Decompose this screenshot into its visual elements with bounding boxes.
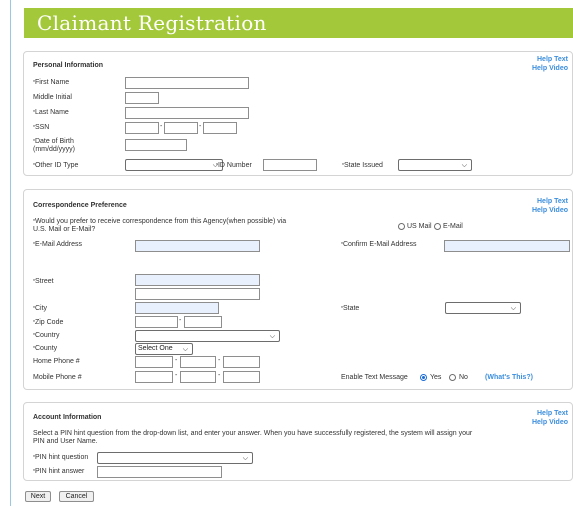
help-video-link[interactable]: Help Video <box>532 206 568 215</box>
pin-hint-answer-input[interactable] <box>97 466 222 478</box>
first-name-label: *First Name <box>33 79 70 86</box>
street-line1-input[interactable] <box>135 274 260 286</box>
mobile-phone-area-input[interactable] <box>135 371 173 383</box>
ssn-separator: - <box>199 123 202 130</box>
text-yes-label: Yes <box>430 374 442 381</box>
text-yes-radio[interactable] <box>420 374 427 381</box>
account-instructions: Select a PIN hint question from the drop… <box>33 430 473 437</box>
chevron-down-icon: ⌵ <box>182 346 188 353</box>
whats-this-link[interactable]: (What's This?) <box>485 374 533 382</box>
first-name-input[interactable] <box>125 77 249 89</box>
city-input[interactable] <box>135 302 219 314</box>
street-line2-input[interactable] <box>135 288 260 300</box>
mobile-phone-line-input[interactable] <box>223 371 260 383</box>
phone-separator: - <box>175 357 178 364</box>
section-title: Account Information <box>33 414 102 421</box>
page-title: Claimant Registration <box>37 11 267 35</box>
last-name-input[interactable] <box>125 107 249 119</box>
account-information-section: Account Information Help Text Help Video… <box>23 402 573 481</box>
county-select[interactable]: Select One ⌵ <box>135 343 193 355</box>
dob-label: *Date of Birth <box>33 138 74 145</box>
zip-extension-input[interactable] <box>184 316 222 328</box>
account-instructions-cont: PIN and User Name. <box>33 438 98 445</box>
country-select[interactable]: ⌵ <box>135 330 280 342</box>
confirm-email-label: *Confirm E-Mail Address <box>341 241 417 248</box>
help-text-link[interactable]: Help Text <box>537 55 568 64</box>
us-mail-label: US Mail <box>407 223 432 230</box>
correspondence-preference-section: Correspondence Preference Help Text Help… <box>23 189 573 390</box>
text-no-radio[interactable] <box>449 374 456 381</box>
chevron-down-icon: ⌵ <box>461 162 467 169</box>
chevron-down-icon: ⌵ <box>510 305 516 312</box>
home-phone-line-input[interactable] <box>223 356 260 368</box>
ssn-label: *SSN <box>33 124 50 131</box>
section-title: Personal Information <box>33 62 104 69</box>
section-title: Correspondence Preference <box>33 202 127 209</box>
help-video-link[interactable]: Help Video <box>532 418 568 427</box>
city-label: *City <box>33 305 48 312</box>
personal-information-section: Personal Information Help Text Help Vide… <box>23 51 573 176</box>
pin-hint-answer-label: *PIN hint answer <box>33 468 85 475</box>
ssn-part2-input[interactable] <box>164 122 198 134</box>
help-text-link[interactable]: Help Text <box>537 197 568 206</box>
next-button[interactable]: Next <box>25 491 51 502</box>
chevron-down-icon: ⌵ <box>269 333 275 340</box>
chevron-down-icon: ⌵ <box>242 455 248 462</box>
other-id-type-label: *Other ID Type <box>33 162 79 169</box>
phone-separator: - <box>175 372 178 379</box>
zip-code-input[interactable] <box>135 316 178 328</box>
mobile-phone-prefix-input[interactable] <box>180 371 216 383</box>
enable-text-message-label: Enable Text Message <box>341 374 408 381</box>
left-border <box>10 0 11 506</box>
phone-separator: - <box>218 372 221 379</box>
county-label: *County <box>33 345 58 352</box>
ssn-part1-input[interactable] <box>125 122 159 134</box>
header-banner: Claimant Registration <box>24 8 573 38</box>
middle-initial-label: Middle Initial <box>33 94 72 101</box>
us-mail-radio[interactable] <box>398 223 405 230</box>
mobile-phone-label: Mobile Phone # <box>33 374 82 381</box>
correspondence-question: *Would you prefer to receive corresponde… <box>33 218 287 225</box>
state-label: *State <box>341 305 360 312</box>
state-issued-select[interactable]: ⌵ <box>398 159 472 171</box>
state-select[interactable]: ⌵ <box>445 302 521 314</box>
home-phone-area-input[interactable] <box>135 356 173 368</box>
confirm-email-input[interactable] <box>444 240 570 252</box>
middle-initial-input[interactable] <box>125 92 159 104</box>
last-name-label: *Last Name <box>33 109 69 116</box>
id-number-input[interactable] <box>263 159 317 171</box>
dob-format-label: (mm/dd/yyyy) <box>33 146 75 153</box>
state-issued-label: *State Issued <box>342 162 383 169</box>
help-video-link[interactable]: Help Video <box>532 64 568 73</box>
ssn-part3-input[interactable] <box>203 122 237 134</box>
text-no-label: No <box>459 374 468 381</box>
phone-separator: - <box>218 357 221 364</box>
help-text-link[interactable]: Help Text <box>537 409 568 418</box>
other-id-type-select[interactable]: ⌵ <box>125 159 223 171</box>
cancel-button[interactable]: Cancel <box>59 491 94 502</box>
ssn-separator: - <box>160 123 163 130</box>
home-phone-prefix-input[interactable] <box>180 356 216 368</box>
country-label: *Country <box>33 332 60 339</box>
email-label: E-Mail <box>443 223 463 230</box>
email-address-input[interactable] <box>135 240 260 252</box>
zip-code-label: *Zip Code <box>33 319 64 326</box>
correspondence-question-cont: U.S. Mail or E-Mail? <box>33 226 96 233</box>
pin-hint-question-label: *PIN hint question <box>33 454 89 461</box>
email-address-label: *E-Mail Address <box>33 241 83 248</box>
zip-separator: - <box>179 317 182 324</box>
dob-input[interactable] <box>125 139 187 151</box>
id-number-label: *ID Number <box>216 162 252 169</box>
pin-hint-question-select[interactable]: ⌵ <box>97 452 253 464</box>
street-label: *Street <box>33 278 54 285</box>
email-radio[interactable] <box>434 223 441 230</box>
home-phone-label: Home Phone # <box>33 358 80 365</box>
